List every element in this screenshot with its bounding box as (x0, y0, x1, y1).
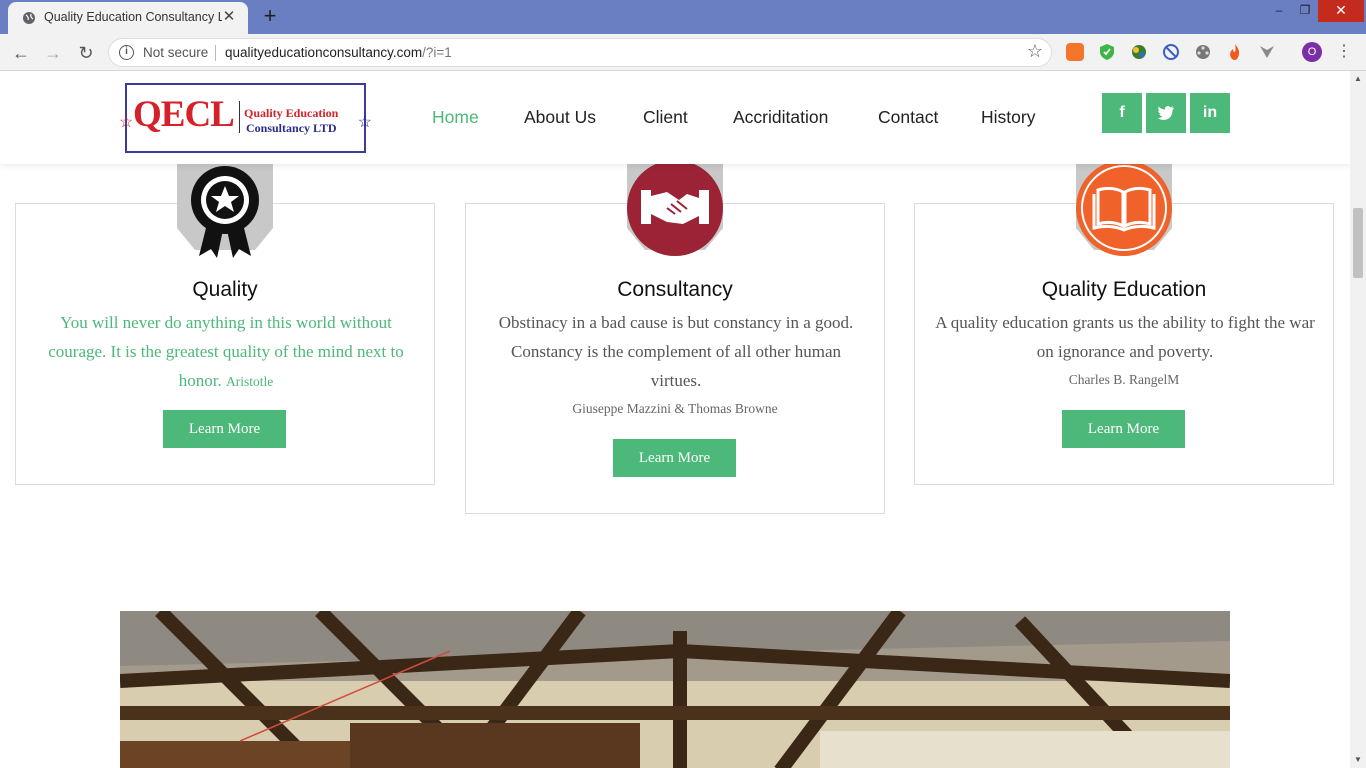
info-icon[interactable]: i (119, 45, 134, 60)
profile-avatar[interactable]: O (1302, 42, 1322, 62)
site-logo[interactable]: ☆ QECL Quality Education Consultancy LTD… (119, 83, 372, 153)
handshake-icon (627, 164, 723, 256)
nav-client[interactable]: Client (643, 107, 688, 128)
globe-icon[interactable] (1130, 43, 1148, 61)
globe-favicon-icon (23, 12, 35, 24)
quote-author: Charles B. RangelM (1068, 372, 1180, 387)
download-icon[interactable] (1066, 43, 1084, 61)
back-arrow-icon[interactable]: ← (8, 40, 34, 66)
book-icon (1076, 164, 1172, 256)
restore-button[interactable]: ❐ (1290, 0, 1320, 22)
feature-card-consultancy: Consultancy Obstinacy in a bad cause is … (465, 164, 885, 514)
logo-divider (239, 101, 240, 133)
facebook-icon[interactable]: f (1102, 93, 1142, 133)
new-tab-button[interactable]: + (258, 4, 282, 28)
twitter-bird-icon (1157, 106, 1175, 120)
award-ribbon-icon (177, 164, 273, 258)
scroll-up-arrow-icon[interactable]: ▲ (1350, 71, 1366, 87)
film-icon[interactable] (1194, 43, 1212, 61)
security-label[interactable]: Not secure (143, 45, 208, 60)
browser-menu-icon[interactable]: ⋮ (1336, 42, 1352, 62)
nav-contact[interactable]: Contact (878, 107, 938, 128)
learn-more-button[interactable]: Learn More (163, 410, 286, 448)
learn-more-button[interactable]: Learn More (613, 439, 736, 477)
nav-accriditation[interactable]: Accriditation (733, 107, 828, 128)
url-divider (215, 45, 216, 61)
browser-toolbar: ← → ↻ i Not secure qualityeducationconsu… (0, 34, 1366, 71)
card-quote: A quality education grants us the abilit… (935, 313, 1315, 361)
browser-tab[interactable]: Quality Education Consultancy Lt ✕ (8, 2, 248, 34)
card-title: Quality (192, 278, 258, 301)
scroll-down-arrow-icon[interactable]: ▼ (1350, 752, 1366, 768)
logo-letters: QECL (133, 94, 235, 135)
page-scrollbar[interactable]: ▲ ▼ (1350, 71, 1366, 768)
block-icon[interactable] (1162, 43, 1180, 61)
card-title: Quality Education (1041, 278, 1207, 301)
twitter-icon[interactable] (1146, 93, 1186, 133)
feature-card-quality: Quality You will never do anything in th… (15, 164, 435, 485)
card-quote: Obstinacy in a bad cause is but constanc… (498, 313, 854, 390)
url-host: qualityeducationconsultancy.com (225, 45, 423, 60)
nav-home[interactable]: Home (432, 107, 479, 128)
url-path: /?i=1 (422, 45, 452, 60)
logo-line-1: Quality Education (244, 106, 339, 120)
quote-author: Giuseppe Mazzini & Thomas Browne (572, 401, 778, 416)
logo-star-icon: ☆ (119, 114, 134, 131)
forward-arrow-icon[interactable]: → (40, 40, 66, 66)
learn-more-button[interactable]: Learn More (1062, 410, 1185, 448)
quote-author: Aristotle (225, 374, 274, 389)
browser-titlebar: Quality Education Consultancy Lt ✕ + – ❐… (0, 0, 1366, 34)
nav-history[interactable]: History (981, 107, 1035, 128)
bookmark-star-icon[interactable]: ☆ (1027, 41, 1043, 62)
site-header: ☆ QECL Quality Education Consultancy LTD… (0, 71, 1350, 164)
window-close-button[interactable]: ✕ (1318, 0, 1364, 22)
quote-author-line: Charles B. RangelM (915, 371, 1333, 389)
quote-author-line: Giuseppe Mazzini & Thomas Browne (466, 400, 884, 418)
tab-title: Quality Education Consultancy Lt (44, 10, 222, 24)
reload-icon[interactable]: ↻ (73, 40, 99, 66)
classroom-roof-image (120, 611, 1230, 768)
card-title: Consultancy (617, 278, 733, 301)
logo-star-icon: ☆ (357, 114, 372, 131)
classroom-photo (120, 611, 1230, 768)
tab-close-icon[interactable]: ✕ (220, 8, 238, 26)
feature-card-quality-education: Quality Education A quality education gr… (914, 164, 1334, 485)
linkedin-icon[interactable]: in (1190, 93, 1230, 133)
fire-icon[interactable] (1226, 43, 1244, 61)
shield-icon[interactable] (1098, 43, 1116, 61)
card-quote: You will never do anything in this world… (34, 308, 418, 396)
page-viewport: ☆ QECL Quality Education Consultancy LTD… (0, 71, 1350, 768)
logo-line-2: Consultancy LTD (246, 121, 337, 135)
nav-about-us[interactable]: About Us (524, 107, 596, 128)
url-text[interactable]: qualityeducationconsultancy.com/?i=1 (225, 45, 452, 60)
vpn-icon[interactable] (1258, 43, 1276, 61)
scrollbar-thumb[interactable] (1353, 208, 1363, 278)
address-bar[interactable]: i Not secure qualityeducationconsultancy… (108, 38, 1052, 67)
